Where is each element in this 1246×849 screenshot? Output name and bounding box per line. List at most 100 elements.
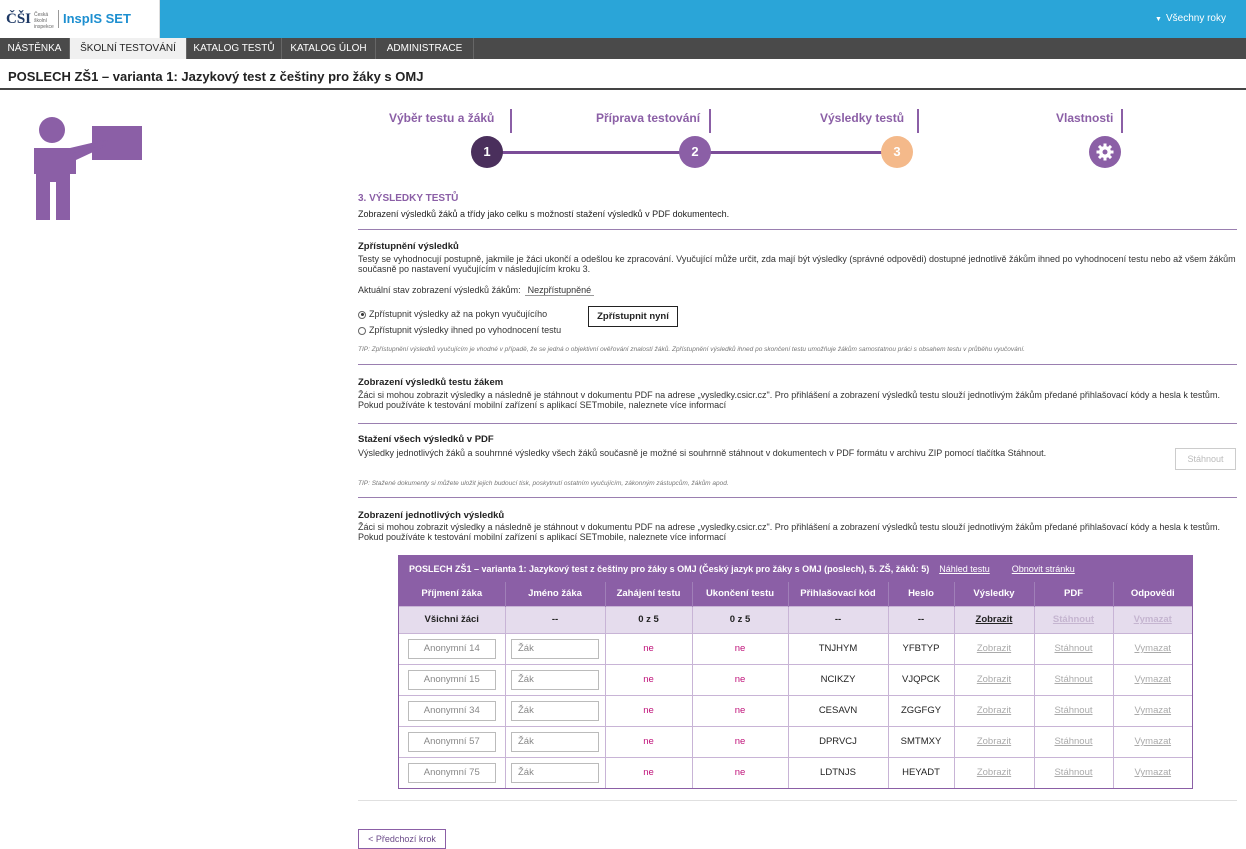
summary-code: -- xyxy=(788,605,889,633)
login-code: LDTNJS xyxy=(788,756,889,788)
access-heading: Zpřístupnění výsledků xyxy=(358,241,459,252)
radio-immediately[interactable]: Zpřístupnit výsledky ihned po vyhodnocen… xyxy=(358,325,561,335)
access-status: Aktuální stav zobrazení výsledků žákům: N… xyxy=(358,285,595,296)
col-login-code: Přihlašovací kód xyxy=(788,582,889,606)
download-button[interactable]: Stáhnout xyxy=(1175,448,1236,470)
step-label-3[interactable]: Výsledky testů xyxy=(820,111,904,125)
individual-heading: Zobrazení jednotlivých výsledků xyxy=(358,510,505,521)
step-label-4[interactable]: Vlastnosti xyxy=(1056,111,1113,125)
step-bar-2 xyxy=(709,109,711,133)
summary-label: Všichni žáci xyxy=(399,605,506,633)
col-surname: Příjmení žáka xyxy=(399,582,506,606)
step-label-2[interactable]: Příprava testování xyxy=(596,111,700,125)
step-circle-3[interactable]: 3 xyxy=(881,136,913,168)
nav-item-skolni-testovani[interactable]: ŠKOLNÍ TESTOVÁNÍ xyxy=(70,38,187,59)
surname-field[interactable]: Anonymní 57 xyxy=(407,731,496,752)
show-all-results-link[interactable]: Zobrazit xyxy=(976,614,1013,625)
surname-field[interactable]: Anonymní 34 xyxy=(407,700,496,721)
gear-icon xyxy=(1096,143,1114,161)
login-code: NCIKZY xyxy=(788,663,889,695)
section-heading: 3. VÝSLEDKY TESTŮ xyxy=(358,193,459,204)
start-status: ne xyxy=(605,694,693,726)
nav-item-nastenka[interactable]: NÁSTĚNKA xyxy=(0,38,70,59)
download-pdf-link[interactable]: Stáhnout xyxy=(1054,705,1092,716)
logo-text: ČŠI xyxy=(6,11,32,27)
end-status: ne xyxy=(692,694,789,726)
results-table: POSLECH ZŠ1 – varianta 1: Jazykový test … xyxy=(398,555,1193,789)
download-pdf-link[interactable]: Stáhnout xyxy=(1054,643,1092,654)
table-row: Anonymní 57 Žák ne ne DPRVCJ SMTMXY Zobr… xyxy=(399,725,1192,757)
delete-answers-link[interactable]: Vymazat xyxy=(1134,705,1171,716)
nav-item-administrace[interactable]: ADMINISTRACE xyxy=(376,38,474,59)
first-name-field[interactable]: Žák xyxy=(511,731,599,752)
previous-step-button[interactable]: < Předchozí krok xyxy=(358,829,446,849)
password: HEYADT xyxy=(888,756,955,788)
delete-answers-link[interactable]: Vymazat xyxy=(1134,767,1171,778)
show-results-link[interactable]: Zobrazit xyxy=(977,767,1011,778)
preview-test-link[interactable]: Náhled testu xyxy=(939,564,990,574)
step-circle-2[interactable]: 2 xyxy=(679,136,711,168)
progress-line-1 xyxy=(487,151,695,154)
password: VJQPCK xyxy=(888,663,955,695)
show-results-link[interactable]: Zobrazit xyxy=(977,705,1011,716)
show-results-link[interactable]: Zobrazit xyxy=(977,674,1011,685)
nav-item-katalog-uloh[interactable]: KATALOG ÚLOH xyxy=(282,38,376,59)
col-end: Ukončení testu xyxy=(692,582,789,606)
table-row: Anonymní 14 Žák ne ne TNJHYM YFBTYP Zobr… xyxy=(399,632,1192,664)
step-circle-4[interactable] xyxy=(1089,136,1121,168)
summary-end: 0 z 5 xyxy=(692,605,789,633)
start-status: ne xyxy=(605,756,693,788)
nav-item-katalog-testu[interactable]: KATALOG TESTŮ xyxy=(187,38,282,59)
years-label: Všechny roky xyxy=(1165,13,1226,24)
app-name: InspIS SET xyxy=(63,11,131,26)
surname-field[interactable]: Anonymní 14 xyxy=(407,638,496,659)
start-status: ne xyxy=(605,663,693,695)
teacher-icon xyxy=(34,117,142,220)
table-row: Anonymní 34 Žák ne ne CESAVN ZGGFGY Zobr… xyxy=(399,694,1192,726)
end-status: ne xyxy=(692,663,789,695)
delete-answers-link[interactable]: Vymazat xyxy=(1134,643,1171,654)
first-name-field[interactable]: Žák xyxy=(511,762,599,783)
col-answers: Odpovědi xyxy=(1130,588,1175,600)
table-title: POSLECH ZŠ1 – varianta 1: Jazykový test … xyxy=(409,564,930,574)
download-heading: Stažení všech výsledků v PDF xyxy=(358,434,494,445)
surname-field[interactable]: Anonymní 75 xyxy=(407,762,496,783)
divider xyxy=(358,423,1237,424)
download-pdf-link[interactable]: Stáhnout xyxy=(1054,736,1092,747)
bottom-divider xyxy=(358,800,1237,801)
first-name-field[interactable]: Žák xyxy=(511,669,599,690)
download-pdf-link[interactable]: Stáhnout xyxy=(1054,767,1092,778)
step-label-1[interactable]: Výběr testu a žáků xyxy=(389,111,494,125)
table-header-row: Příjmení žáka Jméno žáka Zahájení testu … xyxy=(399,582,1192,606)
radio-on-teacher[interactable]: Zpřístupnit výsledky až na pokyn vyučují… xyxy=(358,309,547,319)
radio-dot-selected[interactable] xyxy=(358,310,366,319)
password: SMTMXY xyxy=(888,725,955,757)
unlock-now-button[interactable]: Zpřístupnit nyní xyxy=(588,306,678,327)
table-caption: POSLECH ZŠ1 – varianta 1: Jazykový test … xyxy=(399,556,1192,582)
delete-answers-link[interactable]: Vymazat xyxy=(1134,674,1171,685)
login-code: CESAVN xyxy=(788,694,889,726)
table-row: Anonymní 75 Žák ne ne LDTNJS HEYADT Zobr… xyxy=(399,756,1192,788)
col-password: Heslo xyxy=(888,582,955,606)
display-text: Žáci si mohou zobrazit výsledky a násled… xyxy=(358,390,1220,410)
delete-all-answers-link[interactable]: Vymazat xyxy=(1134,614,1172,625)
display-heading: Zobrazení výsledků testu žákem xyxy=(358,377,504,388)
show-results-link[interactable]: Zobrazit xyxy=(977,643,1011,654)
logo[interactable]: ČŠI Česká školní inspekce InspIS SET xyxy=(0,0,160,38)
show-results-link[interactable]: Zobrazit xyxy=(977,736,1011,747)
summary-password: -- xyxy=(888,605,955,633)
surname-field[interactable]: Anonymní 15 xyxy=(407,669,496,690)
download-pdf-link[interactable]: Stáhnout xyxy=(1054,674,1092,685)
first-name-field[interactable]: Žák xyxy=(511,700,599,721)
status-value: Nezpřístupněné xyxy=(524,285,595,296)
individual-text: Žáci si mohou zobrazit výsledky a násled… xyxy=(358,522,1220,542)
years-dropdown[interactable]: ▼ Všechny roky xyxy=(1155,13,1226,24)
step-circle-1[interactable]: 1 xyxy=(471,136,503,168)
main-nav: NÁSTĚNKA ŠKOLNÍ TESTOVÁNÍ KATALOG TESTŮ … xyxy=(0,38,1246,59)
delete-answers-link[interactable]: Vymazat xyxy=(1134,736,1171,747)
download-all-pdf-link[interactable]: Stáhnout xyxy=(1053,614,1094,625)
summary-first: -- xyxy=(505,605,606,633)
radio-dot[interactable] xyxy=(358,326,366,335)
refresh-page-link[interactable]: Obnovit stránku xyxy=(1012,564,1075,574)
first-name-field[interactable]: Žák xyxy=(511,638,599,659)
